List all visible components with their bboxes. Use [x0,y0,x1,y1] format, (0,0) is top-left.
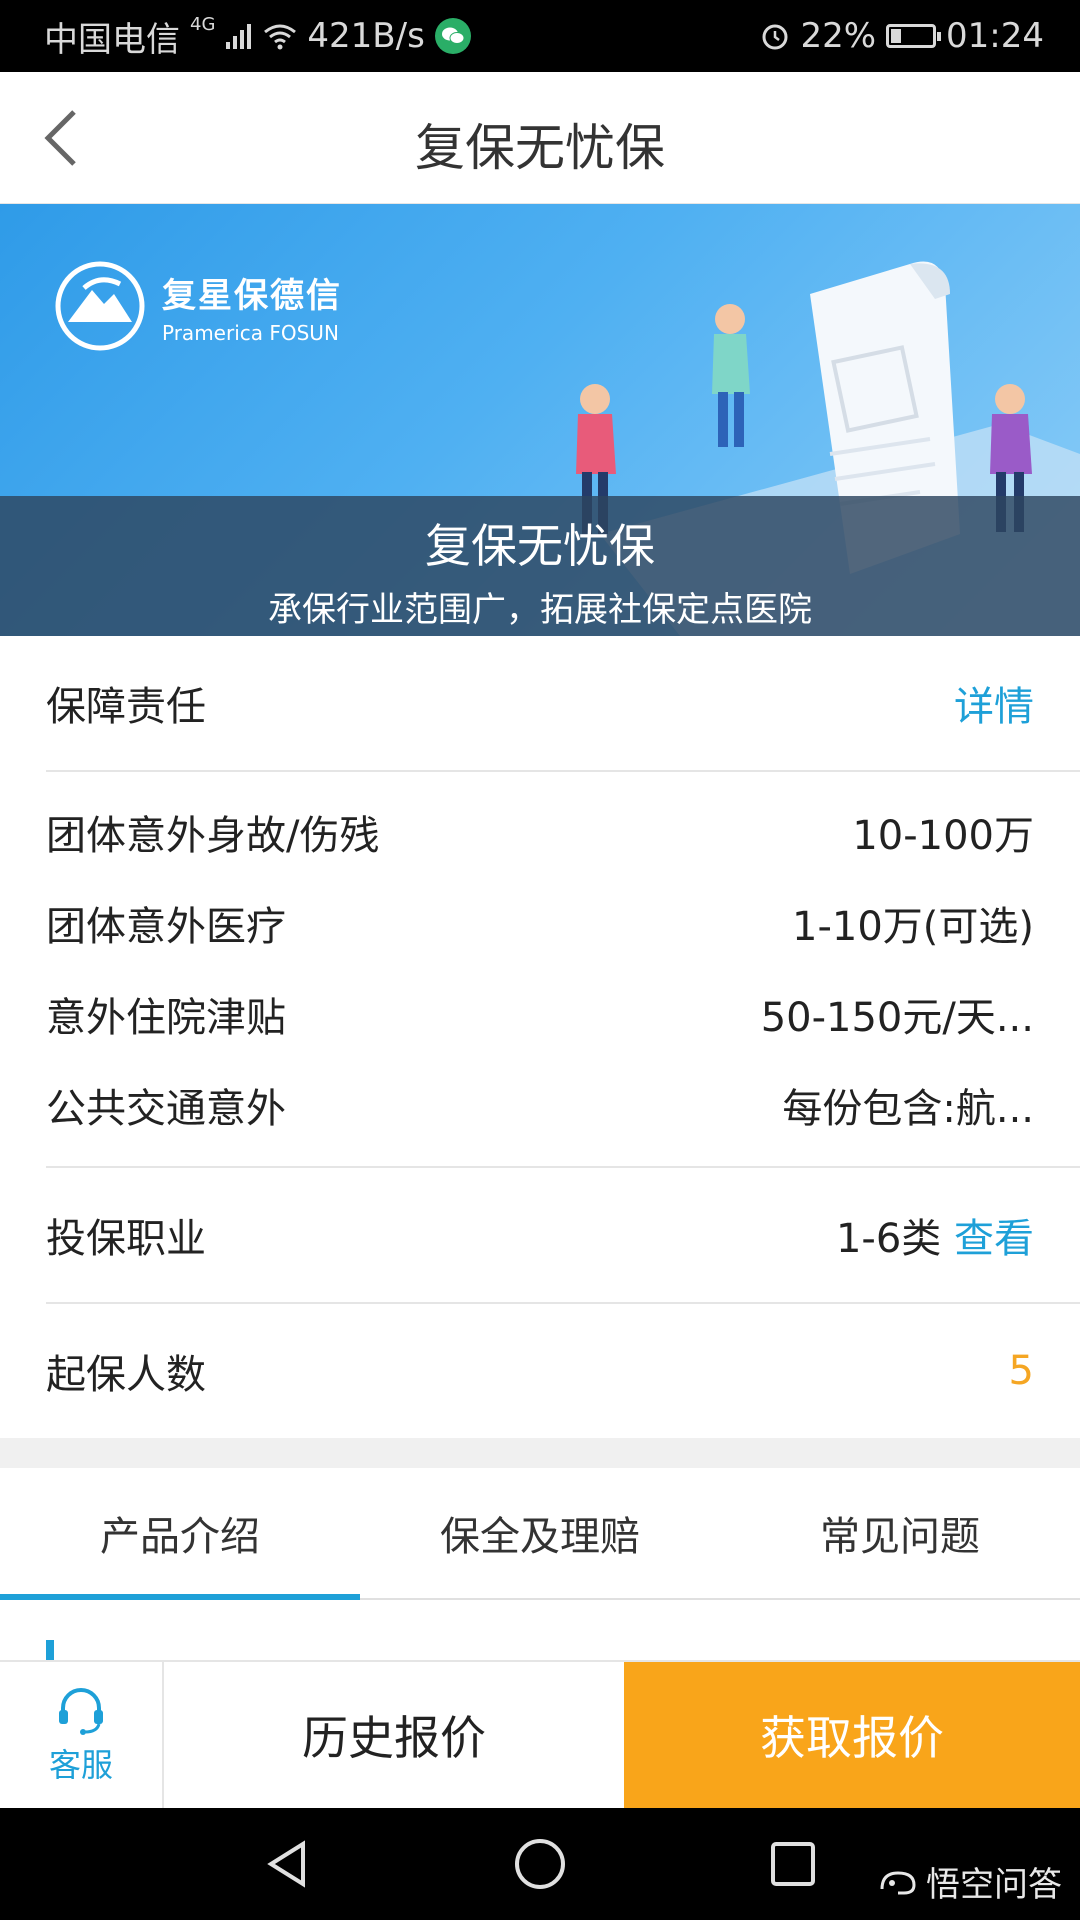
battery-icon [886,24,942,48]
occupation-label: 投保职业 [46,1216,206,1262]
min-insured-value: 5 [1008,1348,1034,1394]
square-recents-icon [771,1842,816,1886]
coverage-items: 团体意外身故/伤残 10-100万 团体意外医疗 1-10万(可选) 意外住院津… [46,772,1080,1168]
triangle-back-icon [266,1840,305,1888]
coverage-item-label: 团体意外身故/伤残 [46,812,380,859]
coverage-item-value: 每份包含:航... [782,1085,1034,1132]
brand-text: 复星保德信 Pramerica FOSUN [162,268,342,345]
battery-fill [891,29,901,43]
coverage-item: 意外住院津贴 50-150元/天... [46,968,1080,1059]
page-title: 复保无忧保 [415,119,665,177]
coverage-item-label: 团体意外医疗 [46,903,286,950]
coverage-item-label: 公共交通意外 [46,1085,286,1132]
nav-recents-button[interactable] [753,1824,833,1904]
coverage-item-value: 10-100万 [852,812,1034,859]
product-details: 保障责任 详情 团体意外身故/伤残 10-100万 团体意外医疗 1-10万(可… [0,636,1080,1660]
status-bar: 中国电信 4G 421B/s 22% 01:24 [0,0,1080,72]
title-bar: 复保无忧保 [0,72,1080,204]
section-divider [0,1438,1080,1468]
min-insured-label: 起保人数 [46,1352,206,1398]
nav-home-button[interactable] [500,1824,580,1904]
tab-content-peek [0,1600,1080,1660]
coverage-item: 团体意外身故/伤残 10-100万 [46,786,1080,877]
signal-icon [226,24,252,49]
brand-logo: 复星保德信 Pramerica FOSUN [54,260,342,352]
history-quotes-button[interactable]: 历史报价 [164,1662,624,1808]
watermark: 悟空问答 [878,1857,1062,1906]
bottom-action-bar: 客服 历史报价 获取报价 [0,1660,1080,1808]
coverage-item-value: 50-150元/天... [760,994,1034,1041]
coverage-item: 团体意外医疗 1-10万(可选) [46,877,1080,968]
occupation-view-link[interactable]: 查看 [954,1216,1034,1262]
wechat-icon [434,18,471,54]
tab-service-claims[interactable]: 保全及理赔 [360,1468,720,1598]
banner-subtitle: 承保行业范围广，拓展社保定点医院 [268,590,812,630]
customer-service-button[interactable]: 客服 [0,1662,164,1808]
wifi-icon [264,24,297,50]
coverage-label: 保障责任 [46,684,206,730]
get-quote-button[interactable]: 获取报价 [624,1662,1080,1808]
nav-back-button[interactable] [247,1824,327,1904]
battery-percent-label: 22% [800,16,877,56]
watermark-label: 悟空问答 [926,1865,1062,1905]
brand-name-cn: 复星保德信 [162,275,342,316]
coverage-details-link[interactable]: 详情 [954,674,1034,732]
status-left: 中国电信 4G 421B/s [44,12,471,61]
tab-product-intro[interactable]: 产品介绍 [0,1468,360,1600]
coverage-header-row: 保障责任 详情 [46,636,1080,772]
headset-icon [59,1688,103,1735]
fosun-logo-icon [55,261,145,351]
tab-bar: 产品介绍 保全及理赔 常见问题 [0,1468,1080,1600]
tab-faq[interactable]: 常见问题 [720,1468,1080,1598]
coverage-item-value: 1-10万(可选) [792,903,1034,950]
network-type-label: 4G [190,13,216,35]
clock-label: 01:24 [946,16,1044,56]
brand-name-en: Pramerica FOSUN [162,320,339,345]
coverage-item-label: 意外住院津贴 [46,994,286,1041]
circle-home-icon [514,1839,565,1889]
status-right: 22% 01:24 [760,16,1044,56]
alarm-icon [762,24,788,50]
banner-title: 复保无忧保 [425,519,655,573]
banner-caption: 复保无忧保 承保行业范围广，拓展社保定点医院 [0,496,1080,636]
customer-service-label: 客服 [48,1746,113,1784]
occupation-value-group: 1-6类 查看 [836,1206,1034,1264]
min-insured-row: 起保人数 5 [0,1304,1080,1438]
carrier-label: 中国电信 [44,19,180,60]
watermark-logo-icon [880,1870,916,1894]
section-marker [46,1640,54,1660]
coverage-item: 公共交通意外 每份包含:航... [46,1059,1080,1150]
system-nav-bar: 悟空问答 [0,1808,1080,1920]
network-speed-label: 421B/s [307,16,425,56]
occupation-value: 1-6类 [835,1216,942,1262]
occupation-row: 投保职业 1-6类 查看 [46,1168,1080,1304]
product-banner: 复星保德信 Pramerica FOSUN 复保无忧保 承保行业范围广，拓展社保… [0,204,1080,636]
